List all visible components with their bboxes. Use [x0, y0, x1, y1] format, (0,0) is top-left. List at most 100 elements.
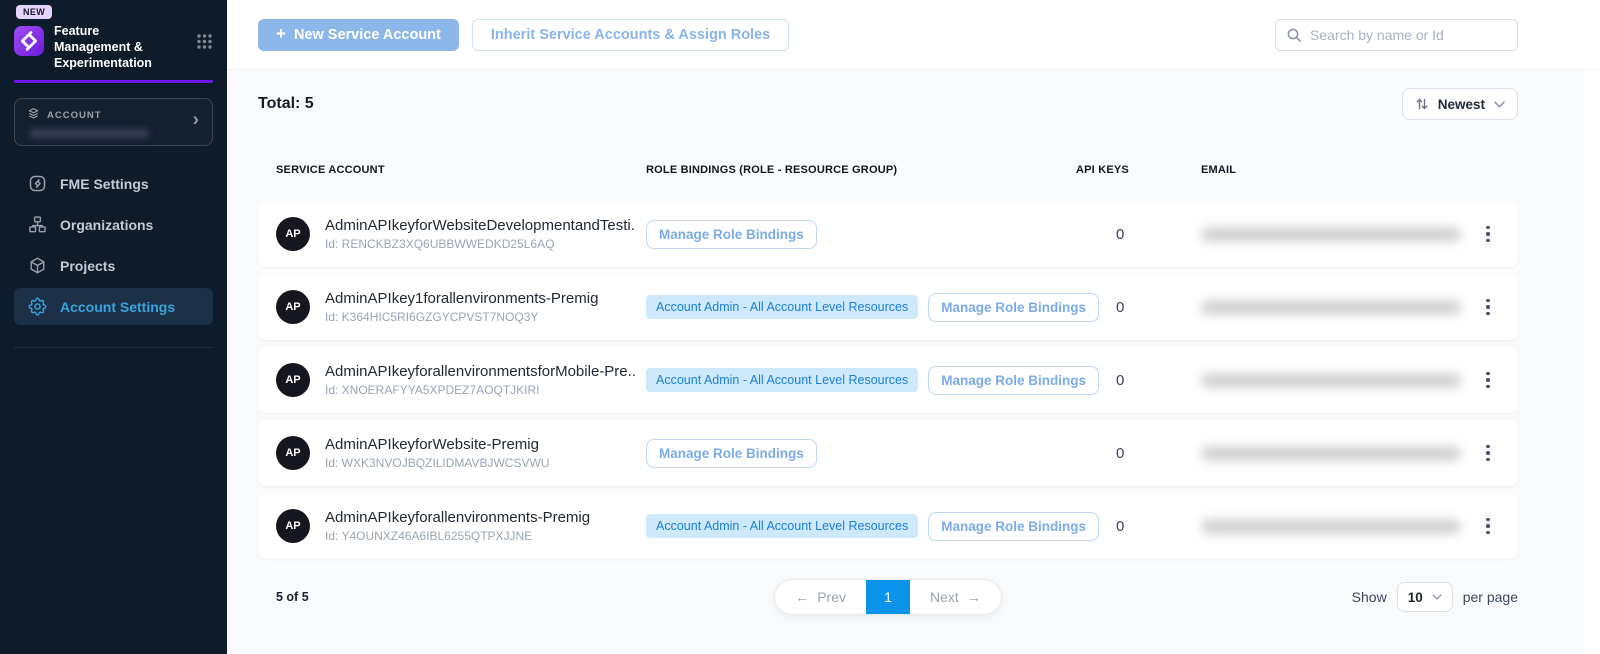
- email-redacted: [1201, 300, 1461, 315]
- service-account-id: Id: Y4OUNXZ46A6IBL6255QTPXJJNE: [325, 529, 590, 543]
- pagination: ← Prev 1 Next →: [774, 579, 1002, 615]
- search-box: [1275, 19, 1518, 51]
- sidebar-item-account-settings[interactable]: Account Settings: [14, 288, 213, 325]
- column-header-email: EMAIL: [1201, 164, 1462, 176]
- sidebar-item-label: Projects: [60, 258, 115, 274]
- avatar: AP: [276, 509, 310, 543]
- table-header: SERVICE ACCOUNT ROLE BINDINGS (ROLE - RE…: [258, 164, 1518, 176]
- result-count: 5 of 5: [258, 590, 774, 604]
- account-name-redacted: [29, 129, 149, 138]
- chevron-down-icon: [1494, 101, 1505, 108]
- manage-role-bindings-button[interactable]: Manage Role Bindings: [928, 512, 1099, 541]
- page-number-button[interactable]: 1: [866, 579, 910, 615]
- nav-divider: [14, 347, 213, 348]
- sidebar-nav: FME Settings Organizations: [0, 163, 227, 348]
- manage-role-bindings-button[interactable]: Manage Role Bindings: [928, 293, 1099, 322]
- brand-divider: [14, 80, 213, 83]
- column-header-api-keys: API KEYS: [1076, 164, 1201, 176]
- avatar: AP: [276, 363, 310, 397]
- service-account-id: Id: RENCKBZ3XQ6UBBWWEDKD25L6AQ: [325, 237, 636, 251]
- row-menu-kebab-icon[interactable]: [1474, 293, 1502, 321]
- page-size-control: Show 10 per page: [1002, 582, 1518, 612]
- service-account-name: AdminAPIkeyforWebsiteDevelopmentandTesti…: [325, 217, 636, 234]
- service-account-name: AdminAPIkeyforallenvironmentsforMobile-P…: [325, 363, 636, 380]
- page: NEW Feature Management & Experime: [0, 0, 1600, 654]
- service-account-name: AdminAPIkeyforWebsite-Premig: [325, 436, 549, 453]
- avatar: AP: [276, 217, 310, 251]
- table-row: AP AdminAPIkeyforallenvironments-Premig …: [258, 493, 1518, 559]
- sidebar-item-projects[interactable]: Projects: [0, 245, 227, 286]
- role-binding-chip: Account Admin - All Account Level Resour…: [646, 368, 918, 392]
- sidebar-item-organizations[interactable]: Organizations: [0, 204, 227, 245]
- per-page-label: per page: [1463, 589, 1518, 605]
- sidebar-item-label: FME Settings: [60, 176, 149, 192]
- api-keys-count: 0: [1076, 518, 1201, 535]
- email-redacted: [1201, 519, 1461, 534]
- avatar: AP: [276, 436, 310, 470]
- chevron-right-icon: ›: [193, 110, 199, 132]
- plus-icon: +: [276, 24, 286, 44]
- sidebar-item-label: Account Settings: [60, 299, 175, 315]
- app-grid-icon[interactable]: [196, 33, 213, 55]
- content: Total: 5 Newest SERVICE ACCOUNT: [227, 70, 1600, 654]
- arrow-right-icon: →: [967, 589, 981, 605]
- total-count: Total: 5: [258, 95, 314, 113]
- sort-icon: [1415, 97, 1429, 111]
- email-redacted: [1201, 373, 1461, 388]
- table-row: AP AdminAPIkeyforWebsiteDevelopmentandTe…: [258, 201, 1518, 267]
- scrollbar-gutter: [1584, 70, 1600, 654]
- sidebar-item-fme-settings[interactable]: FME Settings: [0, 163, 227, 204]
- service-account-name: AdminAPIkey1forallenvironments-Premig: [325, 290, 598, 307]
- prev-page-button[interactable]: ← Prev: [775, 579, 866, 615]
- brand: Feature Management & Experimentation: [14, 23, 213, 71]
- avatar: AP: [276, 290, 310, 324]
- search-input[interactable]: [1310, 27, 1507, 43]
- topbar: + New Service Account Inherit Service Ac…: [227, 0, 1600, 70]
- layers-icon: [27, 107, 40, 123]
- email-redacted: [1201, 227, 1461, 242]
- show-label: Show: [1352, 589, 1387, 605]
- role-binding-chip: Account Admin - All Account Level Resour…: [646, 295, 918, 319]
- api-keys-count: 0: [1076, 445, 1201, 462]
- main-area: + New Service Account Inherit Service Ac…: [227, 0, 1600, 654]
- api-keys-count: 0: [1076, 226, 1201, 243]
- table-row: AP AdminAPIkeyforallenvironmentsforMobil…: [258, 347, 1518, 413]
- row-menu-kebab-icon[interactable]: [1474, 220, 1502, 248]
- email-redacted: [1201, 446, 1461, 461]
- manage-role-bindings-button[interactable]: Manage Role Bindings: [928, 366, 1099, 395]
- next-page-button[interactable]: Next →: [910, 579, 1001, 615]
- column-header-role-bindings: ROLE BINDINGS (ROLE - RESOURCE GROUP): [646, 164, 1076, 176]
- sidebar-item-label: Organizations: [60, 217, 153, 233]
- arrow-left-icon: ←: [795, 589, 809, 605]
- fme-icon: [28, 174, 47, 193]
- split-logo-icon: [14, 26, 44, 56]
- search-icon: [1286, 27, 1302, 43]
- projects-icon: [28, 256, 47, 275]
- row-menu-kebab-icon[interactable]: [1474, 366, 1502, 394]
- account-label: ACCOUNT: [47, 110, 102, 121]
- service-account-id: Id: K364HIC5RI6GZGYCPVST7NOQ3Y: [325, 310, 598, 324]
- gear-icon: [28, 297, 47, 316]
- page-size-dropdown[interactable]: 10: [1397, 582, 1453, 612]
- sort-label: Newest: [1438, 97, 1485, 112]
- manage-role-bindings-button[interactable]: Manage Role Bindings: [646, 220, 817, 249]
- service-account-list: AP AdminAPIkeyforWebsiteDevelopmentandTe…: [258, 201, 1518, 559]
- sidebar: NEW Feature Management & Experime: [0, 0, 227, 654]
- table-row: AP AdminAPIkey1forallenvironments-Premig…: [258, 274, 1518, 340]
- chevron-down-icon: [1432, 594, 1442, 600]
- organizations-icon: [28, 215, 47, 234]
- product-title: Feature Management & Experimentation: [54, 23, 174, 71]
- row-menu-kebab-icon[interactable]: [1474, 512, 1502, 540]
- table-footer: 5 of 5 ← Prev 1 Next → Show 10: [258, 579, 1518, 615]
- api-keys-count: 0: [1076, 372, 1201, 389]
- new-service-account-button[interactable]: + New Service Account: [258, 19, 459, 51]
- sidebar-header: NEW Feature Management & Experime: [0, 0, 227, 83]
- row-menu-kebab-icon[interactable]: [1474, 439, 1502, 467]
- sort-dropdown[interactable]: Newest: [1402, 88, 1518, 120]
- role-binding-chip: Account Admin - All Account Level Resour…: [646, 514, 918, 538]
- inherit-service-accounts-button[interactable]: Inherit Service Accounts & Assign Roles: [472, 19, 789, 51]
- service-account-id: Id: WXK3NVOJBQZILIDMAVBJWCSVWU: [325, 456, 549, 470]
- manage-role-bindings-button[interactable]: Manage Role Bindings: [646, 439, 817, 468]
- column-header-service-account: SERVICE ACCOUNT: [276, 164, 646, 176]
- account-switcher[interactable]: ACCOUNT ›: [14, 98, 213, 146]
